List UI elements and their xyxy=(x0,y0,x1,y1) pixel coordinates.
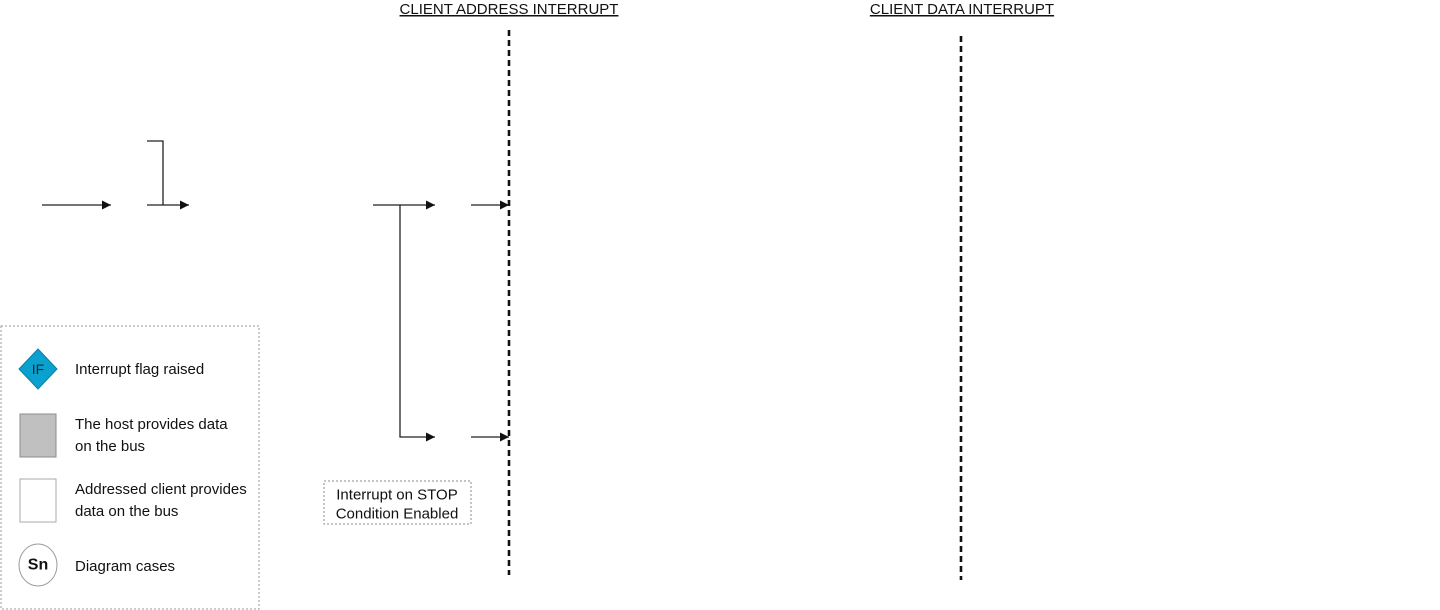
legend-item-diagram-cases: Sn Diagram cases xyxy=(18,543,175,587)
legend-case-symbol: Sn xyxy=(28,557,48,574)
stop-condition-note: Interrupt on STOP Condition Enabled xyxy=(323,480,472,525)
legend-client-label-2: data on the bus xyxy=(75,503,178,520)
connector-lines xyxy=(42,140,509,442)
legend-client-label-1: Addressed client provides xyxy=(75,481,247,498)
legend-if-label: Interrupt flag raised xyxy=(75,361,204,378)
legend-item-client-data: Addressed client provides data on the bu… xyxy=(19,478,247,523)
legend-case-label: Diagram cases xyxy=(75,558,175,575)
connector-line xyxy=(147,140,164,205)
connector-arrow-write xyxy=(373,204,435,442)
note-line-1: Interrupt on STOP xyxy=(336,487,457,504)
legend-item-host-data: The host provides data on the bus xyxy=(19,413,228,458)
note-line-2: Condition Enabled xyxy=(336,506,459,523)
heading-client-data-interrupt: CLIENT DATA INTERRUPT xyxy=(870,1,1054,18)
i2c-client-interrupt-flow-diagram: CLIENT ADDRESS INTERRUPT CLIENT DATA INT… xyxy=(0,1,1054,610)
host-box-icon xyxy=(19,413,57,458)
legend-host-label-2: on the bus xyxy=(75,438,145,455)
legend-if-symbol: IF xyxy=(32,361,44,377)
legend-host-label-1: The host provides data xyxy=(75,416,228,433)
legend: IF Interrupt flag raised The host provid… xyxy=(0,325,260,610)
client-box-icon xyxy=(19,478,57,523)
legend-item-interrupt-flag: IF Interrupt flag raised xyxy=(18,348,204,390)
heading-client-address-interrupt: CLIENT ADDRESS INTERRUPT xyxy=(400,1,619,18)
